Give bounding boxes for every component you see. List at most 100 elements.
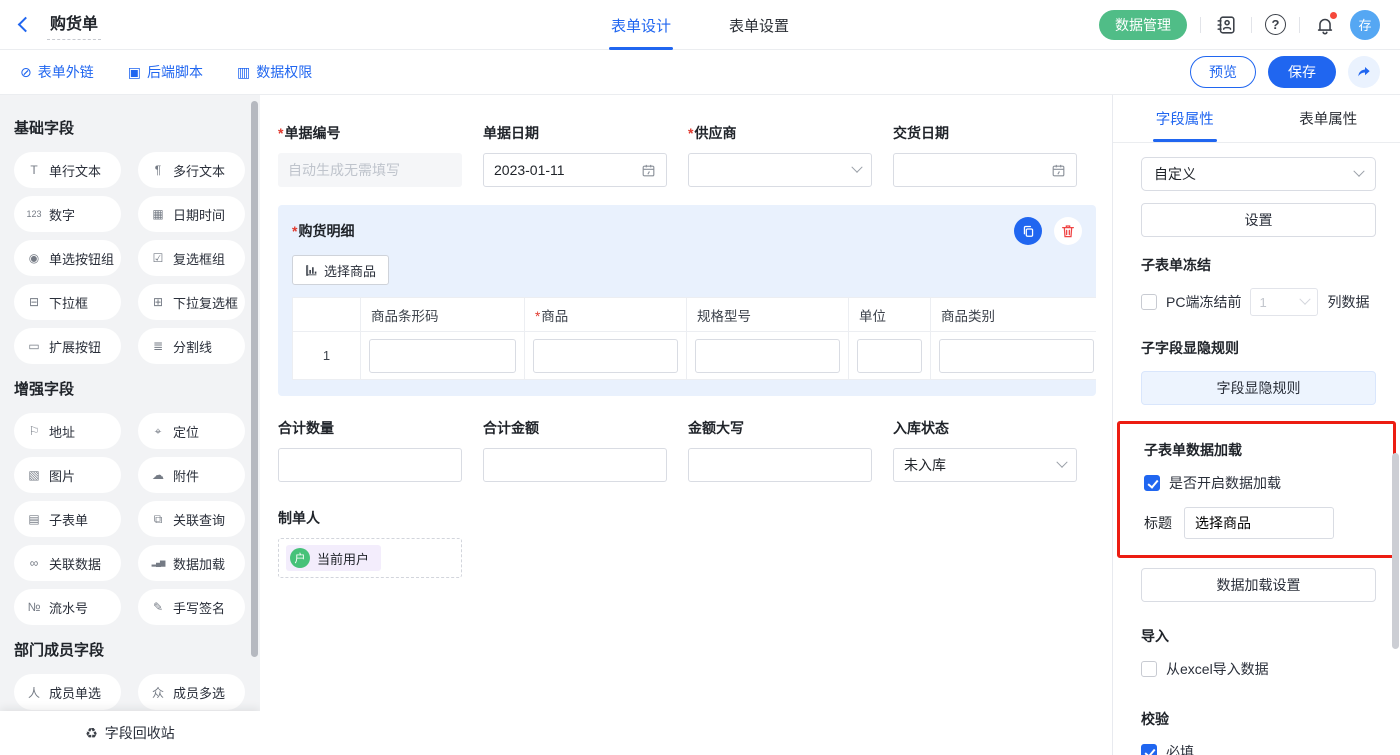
pen-icon: ✎ — [150, 600, 166, 614]
copy-button[interactable] — [1014, 217, 1042, 245]
field-visibility-rules-button[interactable]: 字段显隐规则 — [1141, 371, 1376, 405]
amount-words-input[interactable] — [688, 448, 872, 482]
sidebar-item-single-line-text[interactable]: T单行文本 — [14, 152, 121, 188]
section-import: 导入 — [1141, 626, 1376, 646]
spec-input[interactable] — [695, 339, 840, 373]
field-delivery-date[interactable]: 交货日期 — [893, 123, 1077, 187]
subform-title: 购货明细 — [292, 221, 354, 241]
panel-scrollbar[interactable] — [1392, 453, 1399, 649]
sidebar-item-number[interactable]: 123数字 — [14, 196, 121, 232]
tab-form-design[interactable]: 表单设计 — [611, 0, 671, 50]
chevron-down-icon — [1056, 457, 1067, 468]
sidebar-item-related-query[interactable]: ⧉关联查询 — [138, 501, 245, 537]
field-label: 合计数量 — [278, 418, 462, 438]
notification-bell-icon[interactable] — [1313, 13, 1337, 37]
preview-button[interactable]: 预览 — [1190, 56, 1256, 88]
total-amount-input[interactable] — [483, 448, 667, 482]
current-user-tag[interactable]: 户 当前用户 — [286, 545, 381, 571]
sidebar-item-signature[interactable]: ✎手写签名 — [138, 589, 245, 625]
cloud-upload-icon: ☁ — [150, 468, 166, 482]
dropdown-icon: ⊟ — [26, 295, 42, 309]
data-load-title-input[interactable] — [1184, 507, 1334, 539]
sidebar-item-member-single[interactable]: 人成员单选 — [14, 674, 121, 710]
share-button[interactable] — [1348, 56, 1380, 88]
delivery-date-input[interactable] — [893, 153, 1077, 187]
settings-button[interactable]: 设置 — [1141, 203, 1376, 237]
sidebar-item-member-multi[interactable]: 众成员多选 — [138, 674, 245, 710]
sidebar-scrollbar[interactable] — [251, 101, 258, 657]
sidebar-item-serial-number[interactable]: №流水号 — [14, 589, 121, 625]
supplier-select[interactable] — [688, 153, 872, 187]
sidebar-item-checkbox-group[interactable]: ☑复选框组 — [138, 240, 245, 276]
category-input[interactable] — [939, 339, 1094, 373]
col-header-unit: 单位 — [849, 298, 931, 332]
unit-input[interactable] — [857, 339, 922, 373]
doc-date-input[interactable]: 2023-01-11 — [483, 153, 667, 187]
subform-actions — [1014, 217, 1082, 245]
style-select[interactable]: 自定义 — [1141, 157, 1376, 191]
sidebar-item-data-load[interactable]: ▂▄▆数据加载 — [138, 545, 245, 581]
product-input[interactable] — [533, 339, 678, 373]
sidebar-item-address[interactable]: ⚐地址 — [14, 413, 121, 449]
field-total-qty[interactable]: 合计数量 — [278, 418, 462, 482]
sidebar-item-extend-button[interactable]: ▭扩展按钮 — [14, 328, 121, 364]
sidebar-item-dropdown[interactable]: ⊟下拉框 — [14, 284, 121, 320]
data-manage-button[interactable]: 数据管理 — [1099, 10, 1187, 40]
sidebar-item-divider-line[interactable]: ≣分割线 — [138, 328, 245, 364]
creator-box[interactable]: 户 当前用户 — [278, 538, 462, 578]
link-icon: ⊘ — [20, 64, 32, 81]
divider — [1251, 17, 1252, 33]
chevron-down-icon — [1300, 294, 1311, 305]
sidebar-item-radio-group[interactable]: ◉单选按钮组 — [14, 240, 121, 276]
field-doc-date[interactable]: 单据日期 2023-01-11 — [483, 123, 667, 187]
field-stock-status[interactable]: 入库状态 未入库 — [893, 418, 1077, 482]
field-row-1: 单据编号 单据日期 2023-01-11 供应商 — [278, 123, 1096, 187]
contact-book-icon[interactable] — [1214, 13, 1238, 37]
tab-form-settings[interactable]: 表单设置 — [729, 0, 789, 50]
data-load-checkbox[interactable] — [1144, 475, 1160, 491]
divider — [1200, 17, 1201, 33]
tab-field-properties[interactable]: 字段属性 — [1113, 95, 1257, 142]
delete-button[interactable] — [1054, 217, 1082, 245]
divider-line-icon: ≣ — [150, 339, 166, 353]
sidebar-item-multi-dropdown[interactable]: ⊞下拉复选框 — [138, 284, 245, 320]
backend-script-link[interactable]: ▣ 后端脚本 — [128, 62, 203, 82]
help-icon[interactable]: ? — [1265, 14, 1286, 35]
field-doc-no[interactable]: 单据编号 — [278, 123, 462, 187]
tab-form-properties[interactable]: 表单属性 — [1257, 95, 1400, 142]
form-canvas: 单据编号 单据日期 2023-01-11 供应商 — [260, 95, 1112, 755]
select-product-button[interactable]: 选择商品 — [292, 255, 389, 285]
script-icon: ▣ — [128, 64, 141, 81]
sidebar-item-image[interactable]: ▧图片 — [14, 457, 121, 493]
sidebar-item-subform[interactable]: ▤子表单 — [14, 501, 121, 537]
data-permission-link[interactable]: ▥ 数据权限 — [237, 62, 312, 82]
trash-icon — [1060, 223, 1076, 239]
user-avatar[interactable]: 存 — [1350, 10, 1380, 40]
field-recycle-bin[interactable]: ♻ 字段回收站 — [0, 711, 260, 755]
col-header-spec: 规格型号 — [687, 298, 849, 332]
field-amount-words[interactable]: 金额大写 — [688, 418, 872, 482]
subform-purchase-detail[interactable]: 购货明细 — [278, 205, 1096, 396]
field-total-amount[interactable]: 合计金额 — [483, 418, 667, 482]
sidebar-item-multi-line-text[interactable]: ¶多行文本 — [138, 152, 245, 188]
required-checkbox[interactable] — [1141, 744, 1157, 755]
save-button[interactable]: 保存 — [1268, 56, 1336, 88]
sidebar-item-datetime[interactable]: ▦日期时间 — [138, 196, 245, 232]
doc-no-input[interactable] — [278, 153, 462, 187]
field-label: 入库状态 — [893, 418, 1077, 438]
barcode-input[interactable] — [369, 339, 516, 373]
total-qty-input[interactable] — [278, 448, 462, 482]
sidebar-item-attachment[interactable]: ☁附件 — [138, 457, 245, 493]
stock-status-select[interactable]: 未入库 — [893, 448, 1077, 482]
field-creator[interactable]: 制单人 户 当前用户 — [278, 508, 1096, 578]
excel-import-checkbox[interactable] — [1141, 661, 1157, 677]
sidebar-item-related-data[interactable]: ∞关联数据 — [14, 545, 121, 581]
freeze-checkbox[interactable] — [1141, 294, 1157, 310]
freeze-count-select[interactable]: 1 — [1250, 288, 1318, 316]
field-supplier[interactable]: 供应商 — [688, 123, 872, 187]
basic-fields-grid: T单行文本 ¶多行文本 123数字 ▦日期时间 ◉单选按钮组 ☑复选框组 ⊟下拉… — [14, 152, 260, 364]
data-load-settings-button[interactable]: 数据加载设置 — [1141, 568, 1376, 602]
sidebar-item-location[interactable]: ⌖定位 — [138, 413, 245, 449]
section-subform-freeze: 子表单冻结 — [1141, 255, 1376, 275]
form-external-link[interactable]: ⊘ 表单外链 — [20, 62, 94, 82]
